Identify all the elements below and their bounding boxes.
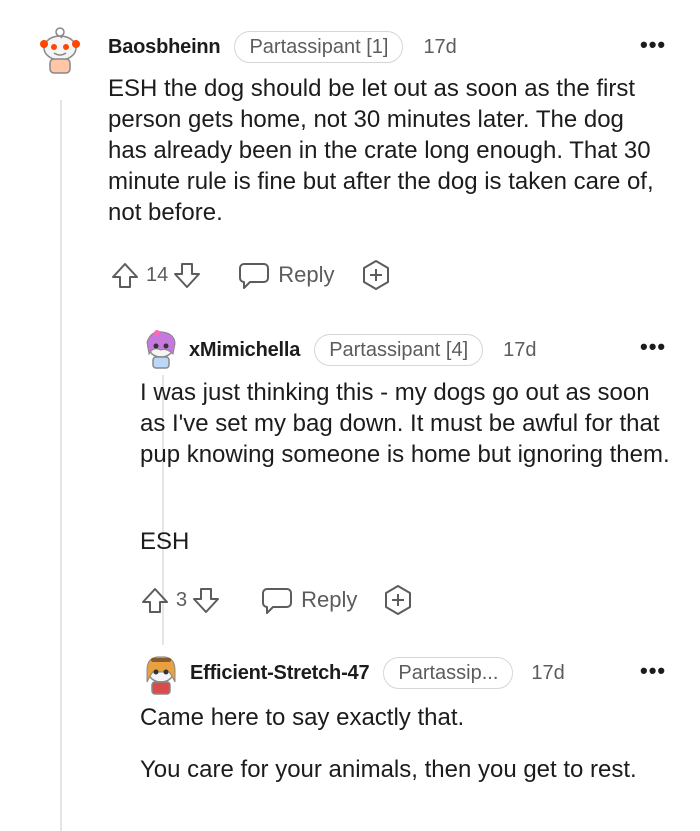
comment-header: xMimichella Partassipant [4] 17d <box>189 334 537 366</box>
comment-body: ESH the dog should be let out as soon as… <box>108 75 654 226</box>
username[interactable]: Baosbheinn <box>108 36 221 59</box>
comment-age[interactable]: 17d <box>423 36 456 59</box>
reply-button[interactable]: Reply <box>238 260 335 290</box>
award-icon[interactable] <box>381 583 415 617</box>
more-options-icon[interactable]: ••• <box>640 34 666 56</box>
vote-score: 14 <box>146 263 169 286</box>
reply-bubble-icon <box>239 263 270 289</box>
comment-age[interactable]: 17d <box>531 662 564 685</box>
downvote-icon[interactable] <box>191 585 221 615</box>
reply-label: Reply <box>278 262 335 287</box>
more-options-icon[interactable]: ••• <box>640 336 666 358</box>
upvote-icon[interactable] <box>110 260 140 290</box>
username[interactable]: Efficient-Stretch-47 <box>190 662 370 685</box>
reply-label: Reply <box>301 587 358 612</box>
comment-header: Baosbheinn Partassipant [1] 17d <box>108 31 457 63</box>
thread-line-level-1[interactable] <box>60 100 62 831</box>
upvote-icon[interactable] <box>140 585 170 615</box>
comment-actions: 14 Reply <box>110 258 393 292</box>
reply-button[interactable]: Reply <box>261 585 357 615</box>
comment-age[interactable]: 17d <box>503 339 536 362</box>
comment-body: Came here to say exactly that. <box>140 704 465 731</box>
downvote-icon[interactable] <box>172 260 202 290</box>
avatar[interactable] <box>36 24 84 83</box>
more-options-icon[interactable]: ••• <box>640 660 666 682</box>
user-flair: Partassipant [4] <box>314 334 484 366</box>
award-icon[interactable] <box>359 258 393 292</box>
comment-actions: 3 Reply <box>140 583 415 617</box>
avatar[interactable] <box>141 328 181 375</box>
avatar[interactable] <box>141 652 181 701</box>
comment-header: Efficient-Stretch-47 Partassip... 17d <box>190 657 565 689</box>
user-flair: Partassipant [1] <box>234 31 404 63</box>
comment-body: I was just thinking this - my dogs go ou… <box>140 379 670 468</box>
reply-bubble-icon <box>262 588 293 614</box>
user-flair: Partassip... <box>383 657 514 689</box>
comment-body: ESH <box>140 528 190 555</box>
comment-body: You care for your animals, then you get … <box>140 756 637 783</box>
vote-score: 3 <box>176 588 188 611</box>
username[interactable]: xMimichella <box>189 339 300 362</box>
